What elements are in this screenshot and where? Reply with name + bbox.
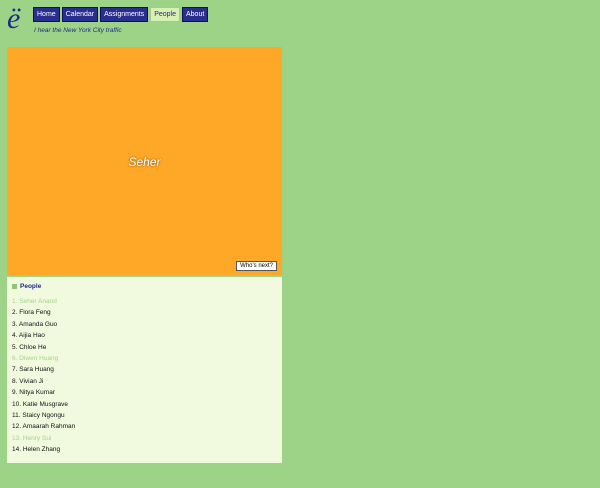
list-item: 2. Flora Feng [12,309,51,317]
list-item: 3. Amanda Guo [12,320,58,328]
list-item: 7. Sara Huang [12,366,54,374]
nav-people[interactable]: People [150,7,180,22]
nav-assignments[interactable]: Assignments [100,7,149,22]
list-item: 8. Vivian Ji [12,377,44,385]
list-item: 13. Henry Sui [12,434,52,442]
current-person-name: Seher [128,155,161,169]
list-item: 12. Amaarah Rahman [12,423,76,431]
list-item: 6. Diwen Huang [12,355,59,363]
list-item: 11. Staicy Ngongu [12,412,65,420]
list-item: 4. Aijia Hao [12,332,45,340]
nav-about[interactable]: About [181,7,209,22]
spotlight-stage: Seher Who's next? [7,47,282,275]
people-panel: People 1. Seher Anand 2. Flora Feng 3. A… [7,277,282,463]
list-item: 5. Chloe He [12,343,47,351]
site-tagline: I hear the New York City traffic [34,27,122,34]
list-item: 10. Katie Musgrave [12,400,69,408]
people-panel-title: People [20,283,42,290]
nav-calendar[interactable]: Calendar [61,7,99,22]
square-bullet-icon [12,284,17,289]
whos-next-button[interactable]: Who's next? [236,261,277,271]
site-logo[interactable]: ë [7,4,29,34]
list-item: 1. Seher Anand [12,298,57,305]
nav-home[interactable]: Home [33,7,60,22]
main-nav: Home Calendar Assignments People About [33,7,209,22]
list-item: 9. Nitya Kumar [12,389,55,397]
list-item: 14. Helen Zhang [12,446,61,454]
people-list: 1. Seher Anand 2. Flora Feng 3. Amanda G… [12,296,75,456]
people-panel-header: People [12,283,41,290]
